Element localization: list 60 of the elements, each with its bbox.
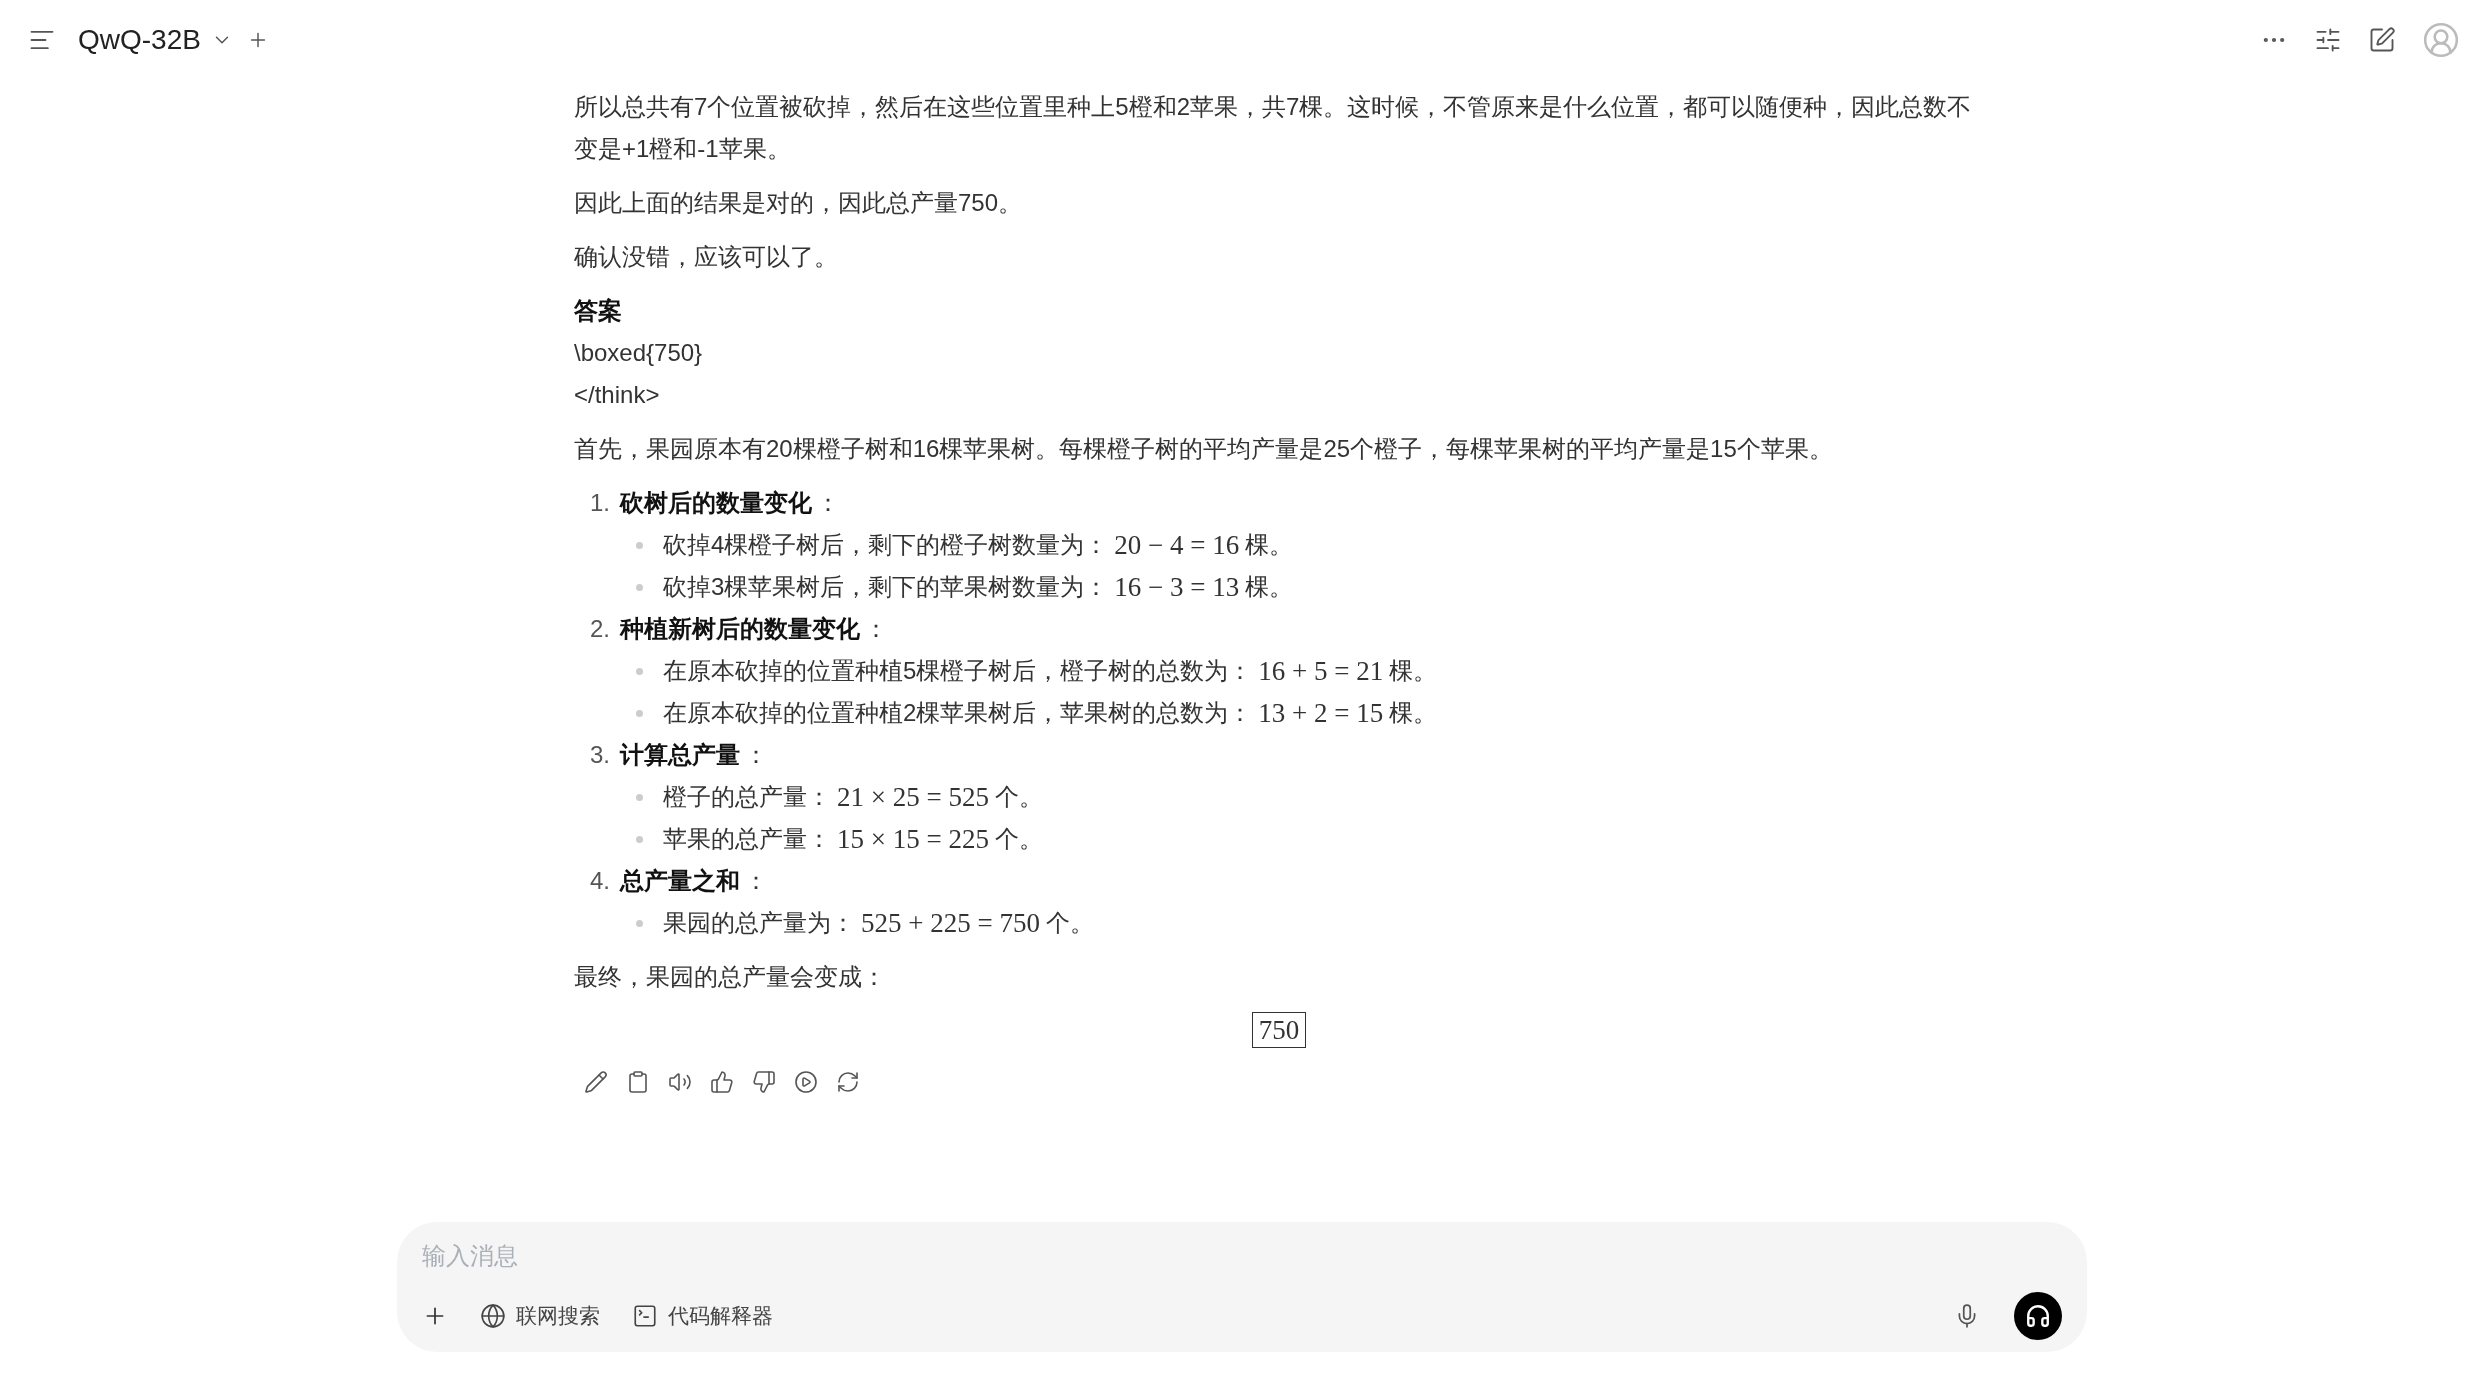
list-number: 2. — [589, 614, 611, 644]
list-number: 1. — [589, 488, 611, 518]
math-formula: 16 + 5 = 21 — [1258, 655, 1384, 688]
answer-heading: 答案 — [574, 296, 623, 326]
globe-icon — [480, 1303, 506, 1329]
math-formula: 20 − 4 = 16 — [1114, 529, 1240, 562]
unit-text: 个。 — [1045, 908, 1094, 938]
headphones-icon — [2025, 1303, 2051, 1329]
bullet-text: 砍掉3棵苹果树后，剩下的苹果树数量为： — [663, 572, 1109, 602]
math-formula: 525 + 225 = 750 — [861, 907, 1040, 940]
settings-icon[interactable] — [2314, 26, 2342, 54]
play-icon[interactable] — [794, 1070, 818, 1094]
paragraph: 最终，果园的总产量会变成： — [574, 962, 887, 992]
colon: ： — [744, 740, 768, 770]
clipboard-icon[interactable] — [626, 1070, 650, 1094]
unit-text: 个。 — [994, 782, 1043, 812]
math-formula: 15 × 15 = 225 — [837, 823, 989, 856]
edit-icon[interactable] — [2368, 26, 2396, 54]
paragraph: 所以总共有7个位置被砍掉，然后在这些位置里种上5橙和2苹果，共7棵。这时候，不管原来是什么位置，都可以随便种，因此总数不变是+1橙和-1苹果。 — [574, 92, 1973, 164]
bullet-text: 在原本砍掉的位置种植2棵苹果树后，苹果树的总数为： — [663, 698, 1253, 728]
step-title: 计算总产量 — [620, 740, 740, 770]
tool-button[interactable]: 联网搜索 — [480, 1300, 600, 1332]
list-number: 3. — [589, 740, 611, 770]
terminal-icon — [632, 1303, 658, 1329]
step-title: 砍树后的数量变化 — [620, 488, 812, 518]
tool-button[interactable]: 代码解释器 — [632, 1300, 773, 1332]
colon: ： — [816, 488, 840, 518]
thumbs-down-icon[interactable] — [752, 1070, 776, 1094]
boxed-result: 750 — [1251, 1012, 1307, 1048]
step-title: 总产量之和 — [620, 866, 740, 896]
speaker-icon[interactable] — [668, 1070, 692, 1094]
colon: ： — [744, 866, 768, 896]
unit-text: 棵。 — [1245, 572, 1294, 602]
math-formula: 13 + 2 = 15 — [1258, 697, 1384, 730]
voice-call-button[interactable] — [2014, 1292, 2062, 1340]
bullet-text: 砍掉4棵橙子树后，剩下的橙子树数量为： — [663, 530, 1109, 560]
thumbs-up-icon[interactable] — [710, 1070, 734, 1094]
bullet-text: 苹果的总产量： — [663, 824, 831, 854]
unit-text: 棵。 — [1245, 530, 1294, 560]
colon: ： — [864, 614, 888, 644]
bullet-text: 在原本砍掉的位置种植5棵橙子树后，橙子树的总数为： — [663, 656, 1253, 686]
math-formula: 21 × 25 = 525 — [837, 781, 989, 814]
step-title: 种植新树后的数量变化 — [620, 614, 860, 644]
message-field[interactable]: 输入消息 — [422, 1238, 2062, 1274]
model-name[interactable]: QwQ-32B — [78, 19, 201, 61]
answer-line: </think> — [574, 380, 661, 410]
list-number: 4. — [589, 866, 611, 896]
math-formula: 16 − 3 = 13 — [1114, 571, 1240, 604]
unit-text: 个。 — [994, 824, 1043, 854]
paragraph: 确认没错，应该可以了。 — [574, 242, 839, 272]
pencil-icon[interactable] — [584, 1070, 608, 1094]
paragraph: 首先，果园原本有20棵橙子树和16棵苹果树。每棵橙子树的平均产量是25个橙子，每棵苹果树的平均产量是15个苹果。 — [574, 434, 1834, 464]
paragraph: 因此上面的结果是对的，因此总产量750。 — [574, 188, 1024, 218]
refresh-icon[interactable] — [836, 1070, 860, 1094]
unit-text: 棵。 — [1389, 698, 1438, 728]
bullet-text: 果园的总产量为： — [663, 908, 855, 938]
answer-line: \boxed{750} — [574, 338, 704, 368]
bullet-text: 橙子的总产量： — [663, 782, 831, 812]
unit-text: 棵。 — [1389, 656, 1438, 686]
message-input[interactable]: 输入消息 联网搜索 代码解释器 — [397, 1222, 2087, 1352]
